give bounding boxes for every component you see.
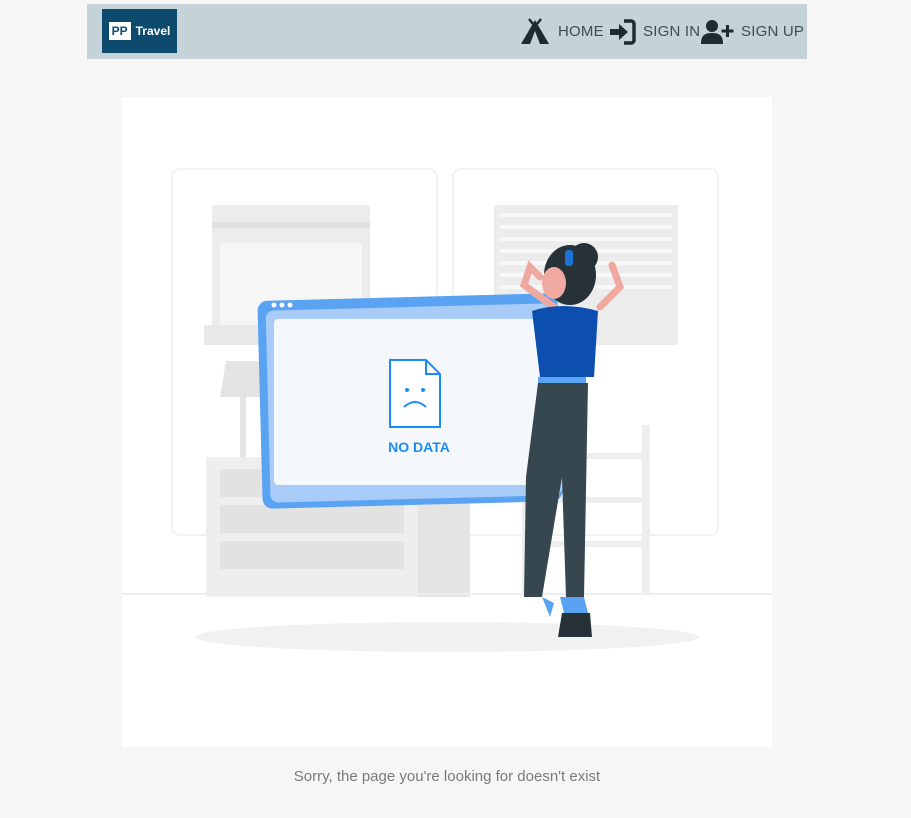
nav-signup-label: SIGN UP: [741, 23, 805, 40]
sad-document-icon: [389, 359, 441, 428]
logo-travel-text: Travel: [135, 24, 171, 38]
camp-tent-icon: [519, 17, 551, 46]
floor-shadow: [195, 622, 699, 652]
nav-signin-link[interactable]: SIGN IN: [608, 15, 700, 48]
top-navbar: PP Travel HOME SIGN IN SIGN UP: [87, 4, 807, 59]
user-plus-icon: [700, 19, 734, 45]
nav-signup-link[interactable]: SIGN UP: [700, 15, 804, 48]
no-data-illustration: NO DATA: [122, 97, 772, 747]
no-data-text: NO DATA: [388, 439, 450, 455]
sign-in-icon: [608, 18, 636, 45]
illustration-art: NO DATA: [122, 168, 772, 652]
brand-logo[interactable]: PP Travel: [102, 9, 177, 53]
nav-home-link[interactable]: HOME: [519, 15, 604, 48]
nav-signin-label: SIGN IN: [643, 23, 701, 40]
nav-home-label: HOME: [558, 23, 604, 40]
logo-pp-mark: PP: [108, 22, 131, 40]
not-found-message: Sorry, the page you're looking for doesn…: [293, 768, 601, 785]
